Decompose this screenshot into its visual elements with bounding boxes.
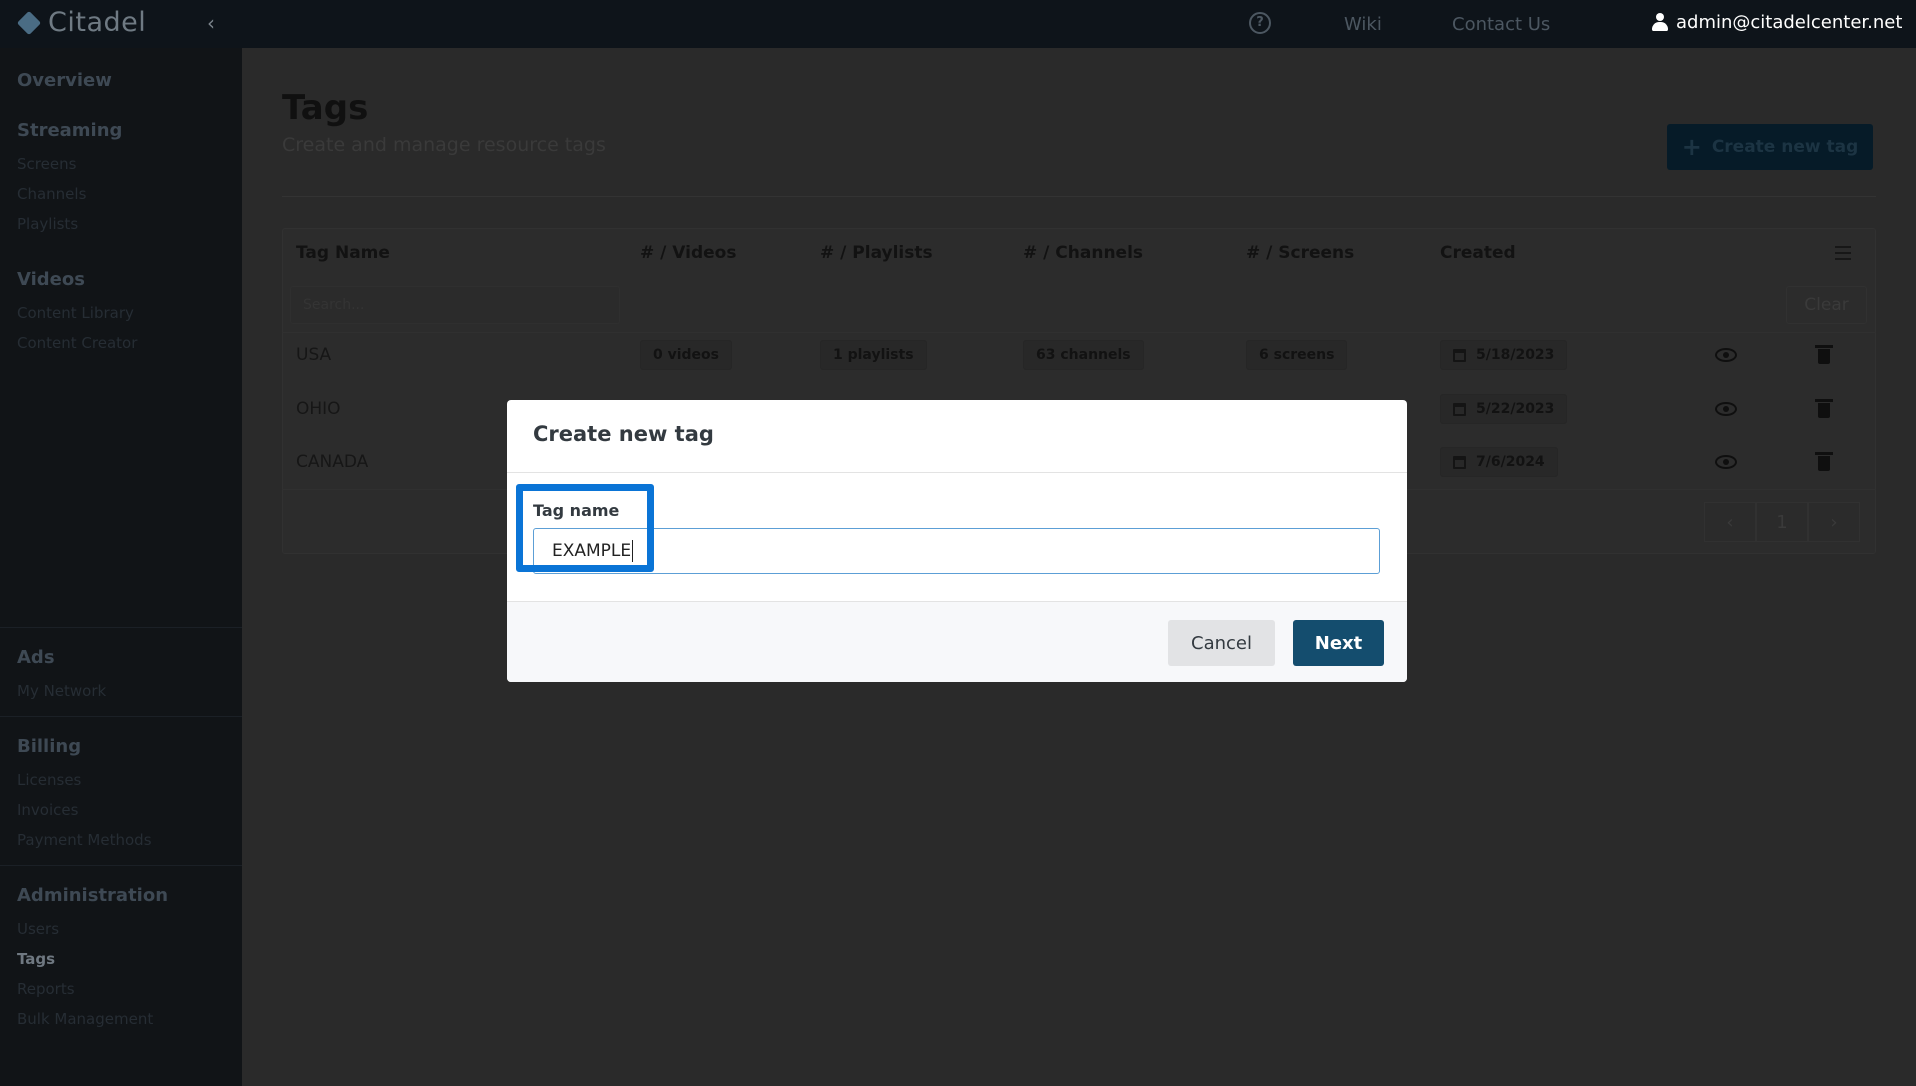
sidebar-divider <box>0 865 242 866</box>
created-date-badge: 5/22/2023 <box>1440 394 1568 424</box>
tag-search-input[interactable]: Search... <box>290 286 620 324</box>
user-email: admin@citadelcenter.net <box>1676 11 1903 33</box>
sidebar-group-administration: Administration <box>17 885 169 906</box>
help-icon[interactable]: ? <box>1249 12 1271 34</box>
calendar-icon <box>1453 402 1466 416</box>
column-header-screens[interactable]: # / Screens <box>1246 243 1354 263</box>
column-header-tag-name[interactable]: Tag Name <box>296 243 390 263</box>
sidebar-item-tags[interactable]: Tags <box>17 950 55 968</box>
table-row-name[interactable]: USA <box>296 345 331 365</box>
calendar-icon <box>1453 348 1466 362</box>
nav-wiki-link[interactable]: Wiki <box>1344 0 1382 48</box>
create-new-tag-label: Create new tag <box>1711 137 1859 157</box>
text-cursor <box>632 540 633 562</box>
sidebar-item-invoices[interactable]: Invoices <box>17 801 78 819</box>
sidebar: Overview Streaming Screens Channels Play… <box>0 48 242 1086</box>
user-icon <box>1652 13 1668 31</box>
created-date-badge: 5/18/2023 <box>1440 340 1568 370</box>
next-button[interactable]: Next <box>1293 620 1384 666</box>
sidebar-divider <box>0 716 242 717</box>
pagination-next-button[interactable]: › <box>1808 502 1860 542</box>
playlists-count-badge[interactable]: 1 playlists <box>820 340 927 370</box>
tag-name-input[interactable] <box>533 528 1380 574</box>
delete-trash-icon[interactable] <box>1815 345 1833 364</box>
column-header-playlists[interactable]: # / Playlists <box>820 243 933 263</box>
citadel-logo-icon <box>16 10 42 35</box>
column-menu-icon[interactable] <box>1835 246 1851 260</box>
sidebar-group-streaming: Streaming <box>17 120 123 141</box>
created-date: 5/22/2023 <box>1476 401 1555 417</box>
plus-icon: + <box>1681 133 1702 161</box>
table-row-name[interactable]: OHIO <box>296 399 341 419</box>
sidebar-item-bulk-management[interactable]: Bulk Management <box>17 1010 153 1028</box>
sidebar-group-billing: Billing <box>17 736 82 757</box>
modal-footer: Cancel Next <box>507 601 1407 682</box>
modal-title: Create new tag <box>533 422 714 446</box>
view-eye-icon[interactable] <box>1715 402 1737 416</box>
sidebar-group-videos: Videos <box>17 269 85 290</box>
created-date: 7/6/2024 <box>1476 454 1545 470</box>
column-header-videos[interactable]: # / Videos <box>640 243 736 263</box>
sidebar-item-channels[interactable]: Channels <box>17 185 86 203</box>
view-eye-icon[interactable] <box>1715 455 1737 469</box>
sidebar-item-content-creator[interactable]: Content Creator <box>17 334 137 352</box>
sidebar-item-overview[interactable]: Overview <box>17 70 112 91</box>
clear-filter-button[interactable]: Clear <box>1786 286 1867 324</box>
app-name: Citadel <box>48 7 147 38</box>
created-date-badge: 7/6/2024 <box>1440 447 1558 477</box>
column-header-created[interactable]: Created <box>1440 243 1516 263</box>
sidebar-item-screens[interactable]: Screens <box>17 155 76 173</box>
videos-count-badge[interactable]: 0 videos <box>640 340 733 370</box>
pagination-page-1[interactable]: 1 <box>1756 502 1808 542</box>
pagination-prev-button[interactable]: ‹ <box>1704 502 1756 542</box>
sidebar-item-users[interactable]: Users <box>17 920 59 938</box>
sidebar-item-licenses[interactable]: Licenses <box>17 771 81 789</box>
user-menu[interactable]: admin@citadelcenter.net <box>1652 0 1916 44</box>
row-divider <box>282 332 1876 333</box>
sidebar-item-my-network[interactable]: My Network <box>17 682 106 700</box>
top-bar: Citadel ‹ ? Wiki Contact Us admin@citade… <box>0 0 1916 48</box>
created-date: 5/18/2023 <box>1476 347 1555 363</box>
sidebar-item-content-library[interactable]: Content Library <box>17 304 134 322</box>
view-eye-icon[interactable] <box>1715 348 1737 362</box>
sidebar-divider <box>0 627 242 628</box>
calendar-icon <box>1453 455 1466 469</box>
sidebar-item-reports[interactable]: Reports <box>17 980 75 998</box>
screens-count-badge[interactable]: 6 screens <box>1246 340 1348 370</box>
column-header-channels[interactable]: # / Channels <box>1023 243 1143 263</box>
delete-trash-icon[interactable] <box>1815 452 1833 471</box>
table-row-name[interactable]: CANADA <box>296 452 368 472</box>
header-divider <box>282 196 1876 197</box>
create-new-tag-button[interactable]: + Create new tag <box>1667 124 1873 170</box>
page-title: Tags <box>282 88 369 128</box>
page-subtitle: Create and manage resource tags <box>282 134 606 156</box>
channels-count-badge[interactable]: 63 channels <box>1023 340 1144 370</box>
app-logo[interactable]: Citadel <box>16 7 147 38</box>
tag-name-label: Tag name <box>533 501 620 520</box>
modal-header: Create new tag <box>507 400 1407 473</box>
create-tag-modal: Create new tag Tag name Cancel Next <box>507 400 1407 682</box>
nav-contact-link[interactable]: Contact Us <box>1452 0 1550 48</box>
delete-trash-icon[interactable] <box>1815 399 1833 418</box>
cancel-button[interactable]: Cancel <box>1168 620 1275 666</box>
sidebar-item-playlists[interactable]: Playlists <box>17 215 78 233</box>
sidebar-group-ads: Ads <box>17 647 55 668</box>
sidebar-item-payment-methods[interactable]: Payment Methods <box>17 831 152 849</box>
collapse-sidebar-icon[interactable]: ‹ <box>200 10 222 36</box>
